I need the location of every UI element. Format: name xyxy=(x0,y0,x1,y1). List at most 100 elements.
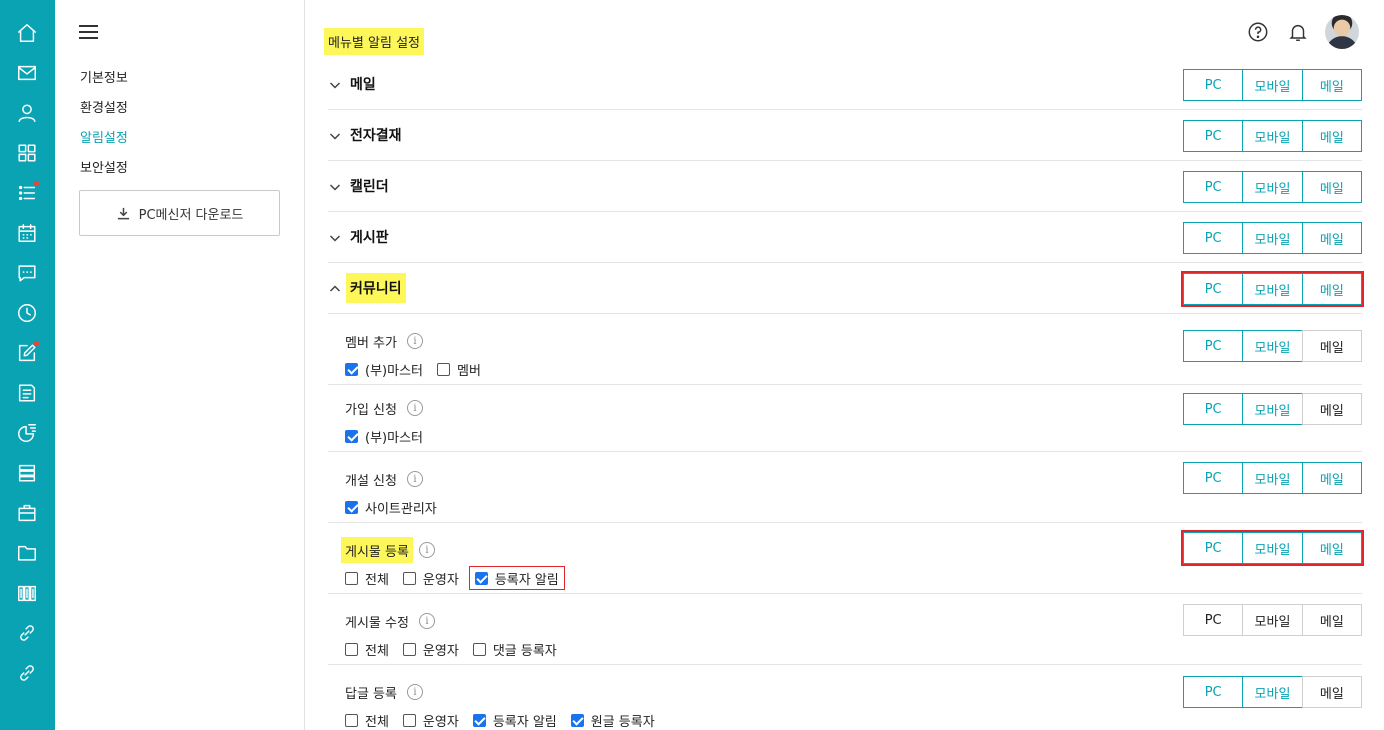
category-toggle[interactable]: 커뮤니티 xyxy=(328,263,406,313)
recipient-option[interactable]: 등록자 알림 xyxy=(468,566,565,590)
pc-toggle-button[interactable]: PC xyxy=(1183,171,1244,203)
mobile-toggle-button[interactable]: 모바일 xyxy=(1242,330,1303,362)
user-icon[interactable] xyxy=(14,100,40,126)
checkbox-unchecked[interactable] xyxy=(402,713,416,727)
mail-toggle-button[interactable]: 메일 xyxy=(1301,532,1362,564)
link-icon[interactable] xyxy=(14,620,40,646)
pc-toggle-button[interactable]: PC xyxy=(1183,330,1244,362)
checkbox-unchecked[interactable] xyxy=(436,362,450,376)
mobile-toggle-button[interactable]: 모바일 xyxy=(1242,273,1303,305)
grid-icon[interactable] xyxy=(14,140,40,166)
avatar[interactable] xyxy=(1325,15,1359,49)
recipient-option[interactable]: 운영자 xyxy=(402,709,459,730)
mail-toggle-button[interactable]: 메일 xyxy=(1301,676,1362,708)
info-icon[interactable]: i xyxy=(418,542,435,558)
checkbox-checked[interactable] xyxy=(345,429,358,443)
info-icon[interactable]: i xyxy=(406,471,423,487)
recipient-option[interactable]: 전체 xyxy=(345,567,389,589)
mobile-toggle-button[interactable]: 모바일 xyxy=(1242,171,1303,203)
recipient-option[interactable]: 운영자 xyxy=(402,567,459,589)
info-icon[interactable]: i xyxy=(406,684,423,700)
mail-toggle-button[interactable]: 메일 xyxy=(1301,69,1362,101)
recipient-option[interactable]: 전체 xyxy=(345,709,389,730)
menu-item-preferences[interactable]: 환경설정 xyxy=(80,97,128,116)
menu-item-notifications[interactable]: 알림설정 xyxy=(80,127,128,146)
mail-toggle-button[interactable]: 메일 xyxy=(1301,171,1362,203)
checkbox-unchecked[interactable] xyxy=(345,642,358,656)
setting-title-text: 게시물 수정 xyxy=(345,615,409,631)
mail-toggle-button[interactable]: 메일 xyxy=(1301,222,1362,254)
briefcase-icon[interactable] xyxy=(14,500,40,526)
mobile-toggle-button[interactable]: 모바일 xyxy=(1242,676,1303,708)
recipient-option-label: 전체 xyxy=(365,572,389,588)
recipient-option[interactable]: (부)마스터 xyxy=(345,358,423,380)
category-toggle[interactable]: 게시판 xyxy=(328,212,393,262)
checkbox-unchecked[interactable] xyxy=(345,713,358,727)
pc-toggle-button[interactable]: PC xyxy=(1183,393,1244,425)
edit-icon[interactable] xyxy=(14,340,40,366)
pc-toggle-button[interactable]: PC xyxy=(1183,532,1244,564)
link-icon[interactable] xyxy=(14,660,40,686)
bell-icon[interactable] xyxy=(1285,19,1311,45)
pc-toggle-button[interactable]: PC xyxy=(1183,676,1244,708)
hamburger-menu-icon[interactable] xyxy=(79,24,99,40)
mobile-toggle-button[interactable]: 모바일 xyxy=(1242,393,1303,425)
recipient-option[interactable]: 전체 xyxy=(345,638,389,660)
mail-icon[interactable] xyxy=(14,60,40,86)
checkbox-checked[interactable] xyxy=(472,713,486,727)
chat-icon[interactable] xyxy=(14,260,40,286)
mail-toggle-button[interactable]: 메일 xyxy=(1301,462,1362,494)
checkbox-checked[interactable] xyxy=(345,362,358,376)
pc-toggle-button[interactable]: PC xyxy=(1183,120,1244,152)
calendar-icon[interactable] xyxy=(14,220,40,246)
board-icon[interactable] xyxy=(14,380,40,406)
recipient-option[interactable]: 멤버 xyxy=(436,358,481,380)
pc-toggle-button[interactable]: PC xyxy=(1183,273,1244,305)
mail-toggle-button[interactable]: 메일 xyxy=(1301,393,1362,425)
checkbox-checked[interactable] xyxy=(345,500,358,514)
recipient-option[interactable]: 사이트관리자 xyxy=(345,496,437,518)
checkbox-checked[interactable] xyxy=(474,571,488,585)
mobile-toggle-button[interactable]: 모바일 xyxy=(1242,120,1303,152)
mobile-toggle-button[interactable]: 모바일 xyxy=(1242,604,1303,636)
storage-icon[interactable] xyxy=(14,460,40,486)
folder-icon[interactable] xyxy=(14,540,40,566)
info-icon[interactable]: i xyxy=(418,613,435,629)
info-icon[interactable]: i xyxy=(406,400,423,416)
menu-item-security[interactable]: 보안설정 xyxy=(80,157,128,176)
help-icon[interactable] xyxy=(1245,19,1271,45)
mail-toggle-button[interactable]: 메일 xyxy=(1301,273,1362,305)
pc-toggle-button[interactable]: PC xyxy=(1183,222,1244,254)
mobile-toggle-button[interactable]: 모바일 xyxy=(1242,69,1303,101)
recipient-option[interactable]: 원글 등록자 xyxy=(570,709,655,730)
checkbox-unchecked[interactable] xyxy=(345,571,358,585)
report-chart-icon[interactable] xyxy=(14,420,40,446)
mail-toggle-button[interactable]: 메일 xyxy=(1301,120,1362,152)
checkbox-unchecked[interactable] xyxy=(402,642,416,656)
checkbox-unchecked[interactable] xyxy=(402,571,416,585)
checkbox-checked[interactable] xyxy=(570,713,584,727)
recipient-option[interactable]: 운영자 xyxy=(402,638,459,660)
pc-messenger-download-button[interactable]: PC메신저 다운로드 xyxy=(79,190,280,236)
mail-toggle-button[interactable]: 메일 xyxy=(1301,604,1362,636)
home-icon[interactable] xyxy=(14,20,40,46)
mobile-toggle-button[interactable]: 모바일 xyxy=(1242,222,1303,254)
menu-item-basic-info[interactable]: 기본정보 xyxy=(80,67,128,86)
category-toggle[interactable]: 캘린더 xyxy=(328,161,393,211)
clock-icon[interactable] xyxy=(14,300,40,326)
recipient-option[interactable]: 댓글 등록자 xyxy=(472,638,557,660)
recipient-option[interactable]: (부)마스터 xyxy=(345,425,423,447)
list-icon[interactable] xyxy=(14,180,40,206)
pc-toggle-button[interactable]: PC xyxy=(1183,69,1244,101)
recipient-option[interactable]: 등록자 알림 xyxy=(472,709,557,730)
category-toggle[interactable]: 메일 xyxy=(328,59,380,109)
pc-toggle-button[interactable]: PC xyxy=(1183,604,1244,636)
mail-toggle-button[interactable]: 메일 xyxy=(1301,330,1362,362)
mobile-toggle-button[interactable]: 모바일 xyxy=(1242,462,1303,494)
checkbox-unchecked[interactable] xyxy=(472,642,486,656)
info-icon[interactable]: i xyxy=(406,333,423,349)
building-icon[interactable] xyxy=(14,580,40,606)
mobile-toggle-button[interactable]: 모바일 xyxy=(1242,532,1303,564)
pc-toggle-button[interactable]: PC xyxy=(1183,462,1244,494)
category-toggle[interactable]: 전자결재 xyxy=(328,110,406,160)
